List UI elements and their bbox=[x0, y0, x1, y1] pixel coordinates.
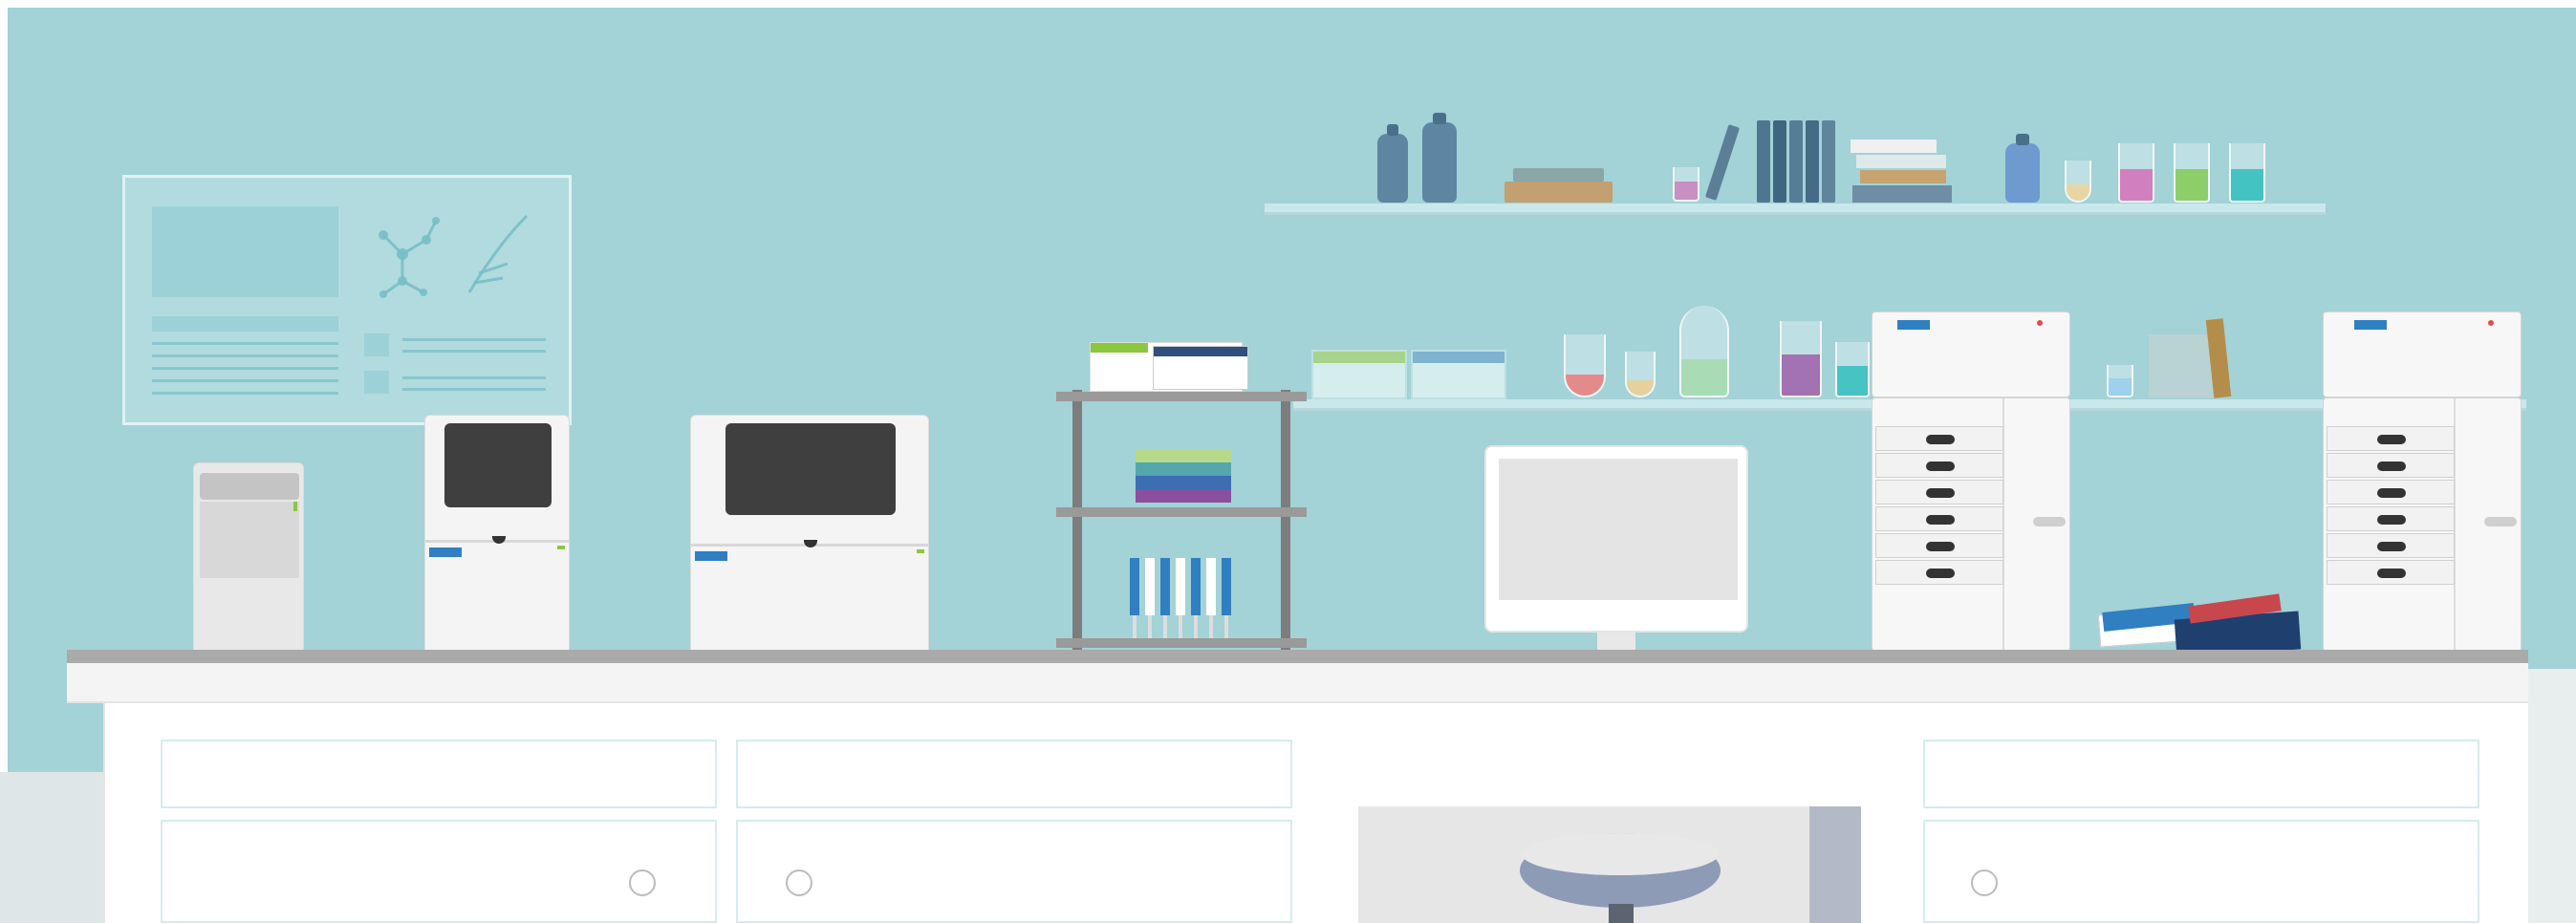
monitor-screen bbox=[1499, 459, 1738, 600]
round-flask-icon bbox=[1679, 306, 1729, 397]
book-icon bbox=[1789, 120, 1803, 203]
freezer-drawer[interactable] bbox=[1875, 426, 2003, 451]
beaker-icon bbox=[1835, 342, 1870, 397]
molecule-poster-icon bbox=[122, 175, 572, 425]
top-shelf bbox=[1265, 204, 2326, 215]
flask-icon bbox=[1564, 334, 1606, 397]
door-knob[interactable] bbox=[629, 869, 656, 896]
book-icon bbox=[1822, 120, 1835, 203]
door-knob[interactable] bbox=[786, 869, 812, 896]
freezer-drawer[interactable] bbox=[2327, 426, 2455, 451]
book-stack-icon bbox=[1851, 140, 1937, 153]
freezer-drawer[interactable] bbox=[1875, 533, 2003, 558]
freezer-drawer[interactable] bbox=[2327, 533, 2455, 558]
bottle-icon bbox=[1422, 113, 1457, 203]
freezer-drawer[interactable] bbox=[2327, 506, 2455, 531]
molecule-icon bbox=[379, 214, 529, 298]
floor-right bbox=[2523, 669, 2576, 923]
freezer-drawer[interactable] bbox=[1875, 506, 2003, 531]
beaker-icon bbox=[2174, 143, 2210, 203]
book-icon bbox=[1757, 120, 1770, 203]
cabinet-drawer[interactable] bbox=[1923, 740, 2479, 808]
tip-box-icon bbox=[1136, 489, 1231, 503]
cabinet-drawer[interactable] bbox=[161, 740, 717, 808]
bench-front bbox=[67, 663, 2528, 703]
book-stack-icon bbox=[1856, 155, 1946, 168]
large-analyzer-icon bbox=[690, 415, 929, 659]
book-stack-icon bbox=[1513, 168, 1604, 182]
tip-box-icon bbox=[1136, 476, 1231, 489]
stool-leg bbox=[1609, 904, 1634, 923]
cabinet-door[interactable] bbox=[1923, 820, 2479, 923]
pipettes-icon bbox=[1130, 558, 1231, 638]
tip-box-icon bbox=[1136, 449, 1231, 462]
medium-analyzer-icon bbox=[424, 415, 570, 659]
book-icon bbox=[1806, 120, 1819, 203]
beaker-icon bbox=[1780, 321, 1822, 397]
tip-box-icon bbox=[1136, 462, 1231, 476]
book-stack-icon bbox=[1504, 182, 1613, 203]
bench-knee-side bbox=[1809, 806, 1861, 923]
reagent-box-icon bbox=[1411, 350, 1506, 399]
flask-icon bbox=[2065, 161, 2091, 203]
small-analyzer-icon bbox=[193, 462, 304, 659]
freezer-drawer[interactable] bbox=[1875, 480, 2003, 504]
rack-tier bbox=[1056, 507, 1307, 517]
floor bbox=[0, 772, 105, 923]
flask-icon bbox=[1625, 352, 1656, 397]
rack-pole bbox=[1072, 390, 1082, 663]
kit-box-icon bbox=[1153, 346, 1248, 390]
sample-box-icon bbox=[2149, 334, 2216, 397]
freezer-drawer[interactable] bbox=[1875, 560, 2003, 585]
beaker-icon bbox=[1673, 167, 1699, 202]
reagent-box-icon bbox=[1311, 350, 1407, 399]
bottle-icon bbox=[1377, 124, 1408, 203]
book-icon bbox=[1773, 120, 1786, 203]
rack-tier bbox=[1056, 392, 1307, 401]
cabinet-door[interactable] bbox=[161, 820, 717, 923]
door-knob[interactable] bbox=[1971, 869, 1998, 896]
beaker-icon bbox=[2118, 143, 2154, 203]
beaker-icon bbox=[2229, 143, 2265, 203]
freezer-drawer[interactable] bbox=[2327, 453, 2455, 478]
freezer-top-unit bbox=[1872, 311, 2070, 397]
computer-monitor-icon bbox=[1484, 445, 1748, 633]
freezer-drawer[interactable] bbox=[2327, 560, 2455, 585]
freezer-drawer[interactable] bbox=[1875, 453, 2003, 478]
beaker-icon bbox=[2107, 365, 2133, 397]
book-stack-icon bbox=[1860, 170, 1946, 183]
freezer-top-unit bbox=[2323, 311, 2522, 397]
freezer-drawer[interactable] bbox=[2327, 480, 2455, 504]
rack-pole bbox=[1281, 390, 1290, 663]
stool-seat bbox=[1522, 833, 1719, 875]
bottle-icon bbox=[2005, 134, 2040, 203]
cabinet-door[interactable] bbox=[736, 820, 1292, 923]
book-stack-icon bbox=[1852, 185, 1952, 203]
cabinet-drawer[interactable] bbox=[736, 740, 1292, 808]
